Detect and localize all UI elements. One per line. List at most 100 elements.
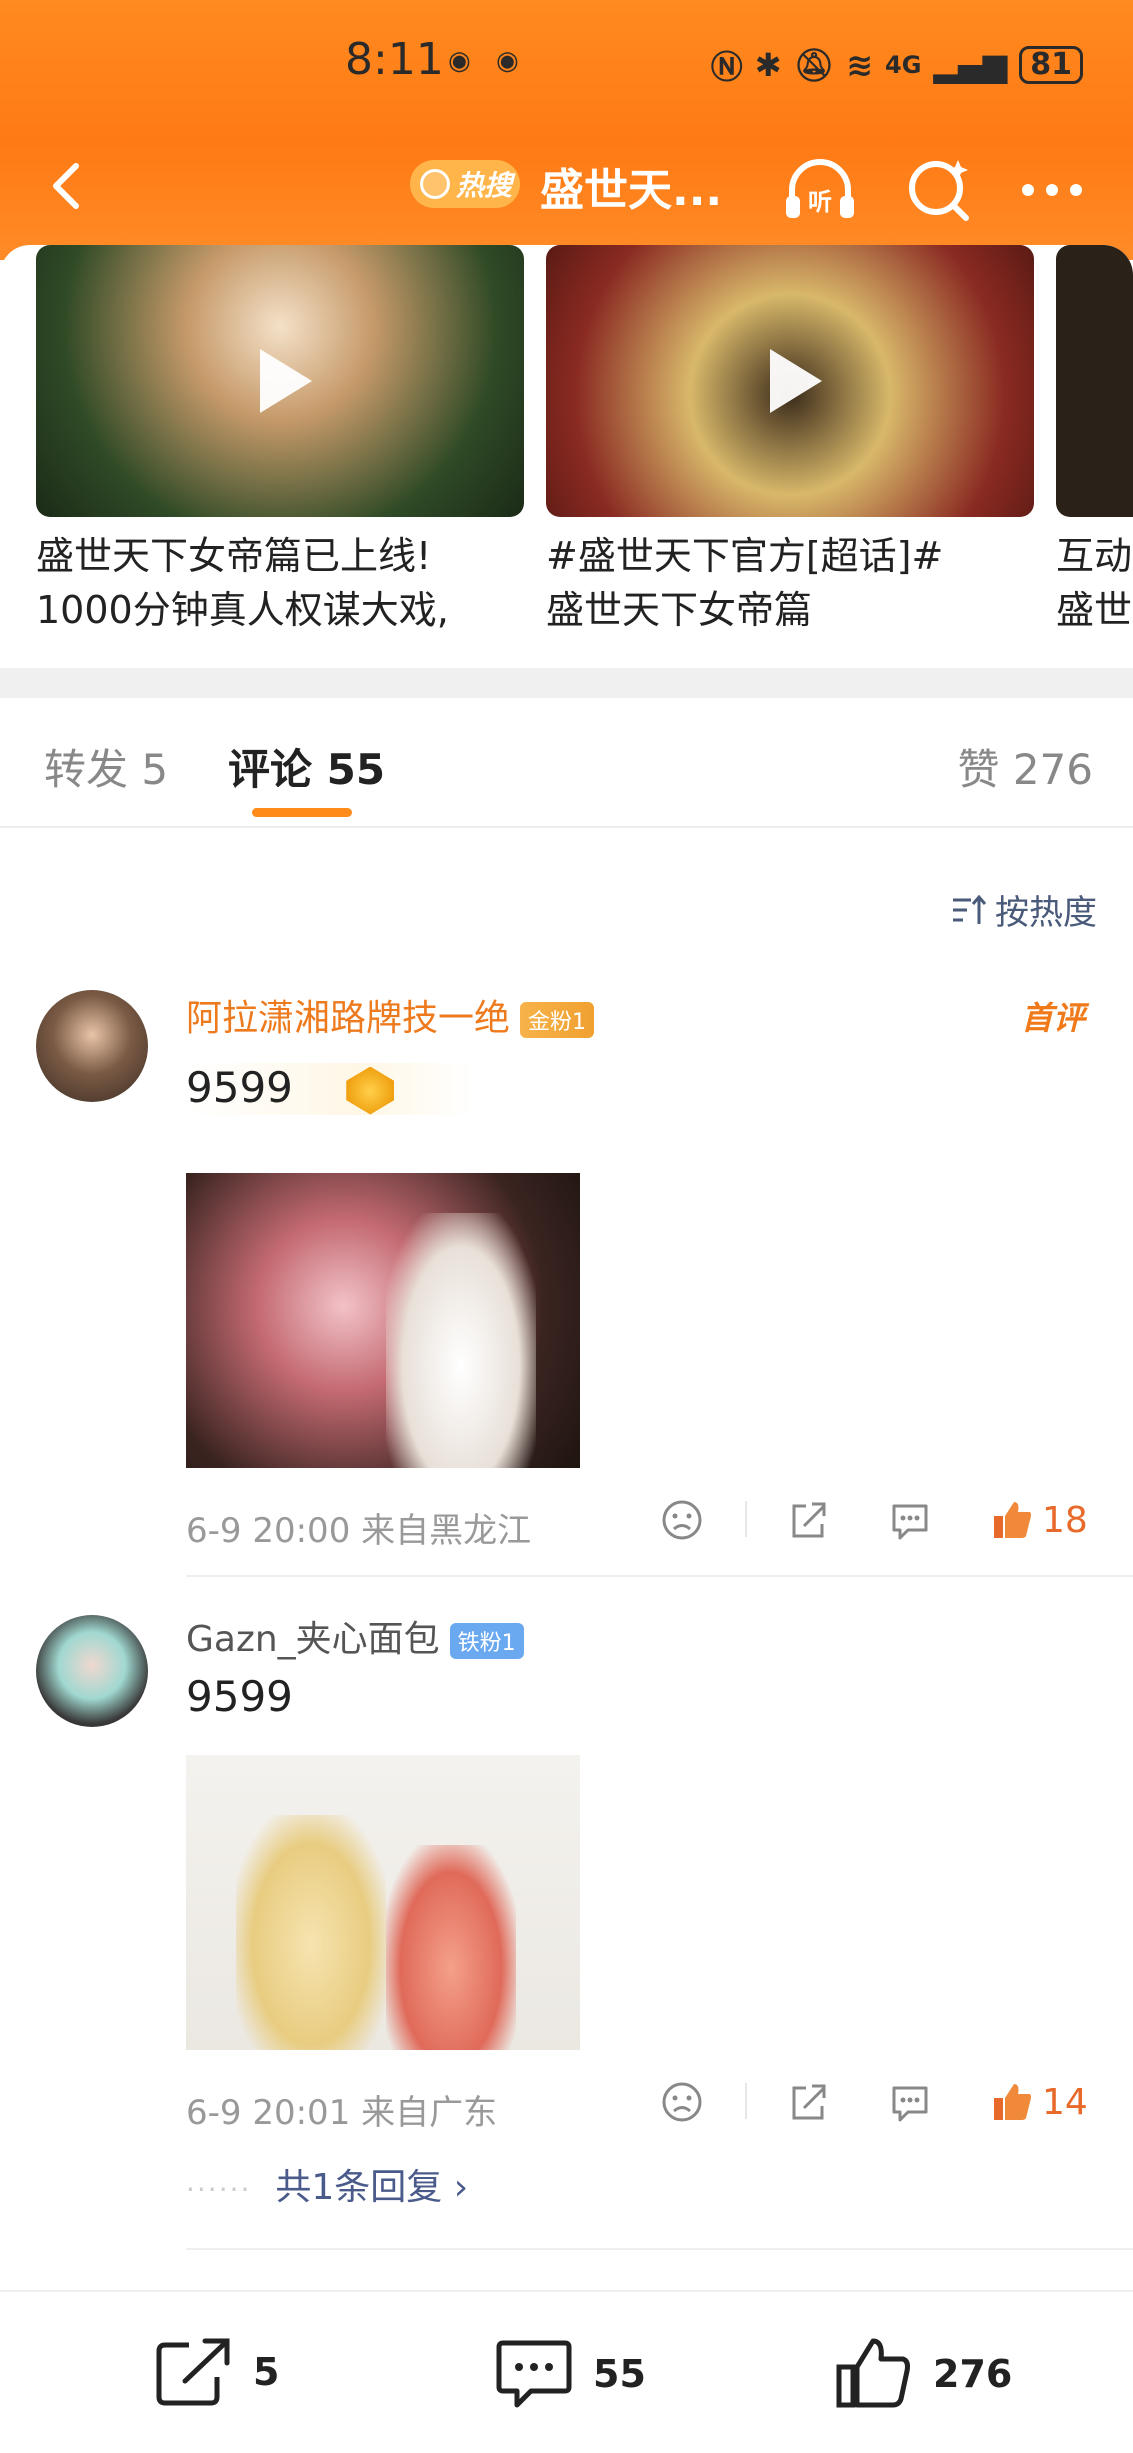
search-icon[interactable]: [900, 150, 980, 230]
tab-bar: 转发 5 评论 55 赞 276: [0, 698, 1133, 828]
bottom-action-bar: 5 55 276: [0, 2290, 1133, 2453]
wifi-icon: ≋: [846, 46, 874, 84]
nav-bar: 热搜 盛世天... 听: [0, 140, 1133, 230]
sort-button[interactable]: 按热度: [951, 885, 1097, 934]
comment-actions: 18: [660, 1495, 1100, 1555]
more-icon[interactable]: [1012, 150, 1092, 230]
reply-dots: ······: [186, 2173, 252, 2206]
thumbs-up-icon: [994, 2084, 1031, 2120]
active-tab-indicator: [252, 808, 352, 817]
dislike-icon[interactable]: [660, 1495, 704, 1545]
video-carousel: 盛世天下女帝篇已上线! 1000分钟真人权谋大戏, #盛世天下官方[超话]# 盛…: [0, 245, 1133, 660]
video-card[interactable]: #盛世天下官方[超话]# 盛世天下女帝篇: [546, 245, 1034, 637]
username-text: Gazn_夹心面包: [186, 1619, 440, 1660]
notification-icon: ◉: [496, 46, 519, 76]
page-title: 盛世天...: [540, 165, 723, 216]
comment-text-value: 9599: [186, 1063, 293, 1112]
status-bar: 8:11 ◉ ◉ Ⓝ ✱ 🔕︎ ≋ 4G ▂▄▆ 81: [0, 30, 1133, 90]
action-divider: [745, 1501, 747, 1537]
video-thumbnail[interactable]: [1056, 245, 1133, 517]
video-caption-line2: 盛世: [1056, 588, 1133, 632]
comment-image[interactable]: [186, 1755, 580, 2050]
video-caption-line2: 1000分钟真人权谋大戏,: [36, 588, 449, 632]
notification-icon: ◉: [448, 46, 471, 76]
repost-button[interactable]: 5: [155, 2337, 279, 2407]
hot-badge-label: 热搜: [456, 169, 513, 202]
status-time: 8:11: [345, 34, 444, 85]
avatar[interactable]: [36, 1615, 148, 1727]
section-divider: [0, 668, 1133, 698]
sort-label: 按热度: [995, 893, 1097, 933]
like-button[interactable]: 18: [990, 1495, 1088, 1545]
comment-text: 9599: [186, 1672, 293, 1721]
status-icons: Ⓝ ✱ 🔕︎ ≋ 4G ▂▄▆ 81: [711, 42, 1083, 88]
hot-icon: [420, 169, 450, 199]
comment-username[interactable]: Gazn_夹心面包 铁粉1: [186, 1610, 524, 1662]
sort-icon: [953, 894, 987, 924]
nfc-icon: Ⓝ: [710, 48, 743, 86]
like-count: 18: [1042, 1499, 1088, 1541]
video-caption-line1: 互动: [1056, 534, 1133, 578]
video-caption-line1: 盛世天下女帝篇已上线!: [36, 534, 432, 578]
header: 8:11 ◉ ◉ Ⓝ ✱ 🔕︎ ≋ 4G ▂▄▆ 81 热搜 盛世天... 听: [0, 0, 1133, 260]
signal-icon: ▂▄▆: [933, 46, 1008, 84]
comment-icon: [496, 2340, 572, 2408]
avatar[interactable]: [36, 990, 148, 1102]
video-caption-line1: #盛世天下官方[超话]#: [546, 534, 944, 578]
thumbs-up-icon: [994, 1502, 1031, 1538]
share-icon[interactable]: [786, 1495, 830, 1545]
reply-icon[interactable]: [888, 1495, 932, 1545]
video-thumbnail[interactable]: [546, 245, 1034, 517]
view-replies-link[interactable]: ······ 共1条回复 ›: [186, 2158, 468, 2210]
first-comment-tag: 首评: [1020, 999, 1085, 1037]
play-icon: [260, 349, 312, 413]
comment-username[interactable]: 阿拉潇湘路牌技一绝 金粉1: [186, 989, 595, 1041]
comment-meta: 6-9 20:00 来自黑龙江: [186, 1511, 532, 1551]
tab-likes[interactable]: 赞 276: [957, 736, 1093, 797]
hot-search-badge[interactable]: 热搜: [410, 160, 520, 208]
bluetooth-icon: ✱: [754, 46, 782, 84]
share-icon[interactable]: [786, 2077, 830, 2127]
figure-silhouette: [386, 1845, 516, 2050]
comment-divider: [186, 2248, 1133, 2250]
dislike-icon[interactable]: [660, 2077, 704, 2127]
comment-actions: 14: [660, 2077, 1100, 2137]
comment-count: 55: [593, 2352, 646, 2396]
video-thumbnail[interactable]: [36, 245, 524, 517]
like-button[interactable]: 14: [990, 2077, 1088, 2127]
repost-count: 5: [253, 2350, 280, 2394]
fan-badge: 金粉1: [520, 1002, 595, 1038]
play-icon: [770, 349, 822, 413]
comment-button[interactable]: 55: [495, 2337, 646, 2411]
fan-badge: 铁粉1: [449, 1623, 524, 1659]
tab-reposts[interactable]: 转发 5: [44, 736, 168, 797]
like-count: 276: [933, 2352, 1013, 2396]
like-count: 14: [1042, 2081, 1088, 2123]
battery-indicator: 81: [1019, 46, 1083, 84]
network-type: 4G: [885, 51, 922, 79]
like-button[interactable]: 276: [835, 2337, 1012, 2411]
reply-icon[interactable]: [888, 2077, 932, 2127]
comment-item: Gazn_夹心面包 铁粉1 9599 6-9 20:01 来自广东 14 ···…: [0, 1610, 1133, 2250]
repost-icon: [156, 2338, 230, 2406]
figure-silhouette: [236, 1815, 386, 2050]
action-divider: [745, 2083, 747, 2119]
video-card[interactable]: 互动 盛世: [1056, 245, 1133, 637]
replies-label: 共1条回复 ›: [275, 2167, 469, 2208]
comment-meta: 6-9 20:01 来自广东: [186, 2093, 498, 2133]
video-card[interactable]: 盛世天下女帝篇已上线! 1000分钟真人权谋大戏,: [36, 245, 524, 637]
medal-icon: [346, 1066, 395, 1115]
video-caption-line2: 盛世天下女帝篇: [546, 588, 813, 632]
back-icon[interactable]: [40, 158, 96, 214]
comment-image[interactable]: [186, 1173, 580, 1468]
comment-divider: [186, 1575, 1133, 1577]
tab-comments[interactable]: 评论 55: [228, 736, 385, 797]
svg-text:听: 听: [808, 188, 832, 216]
comment-item: 阿拉潇湘路牌技一绝 金粉1 首评 9599 6-9 20:00 来自黑龙江 18: [0, 985, 1133, 1577]
figure-silhouette: [386, 1213, 536, 1468]
username-text: 阿拉潇湘路牌技一绝: [186, 998, 511, 1039]
mute-icon: 🔕︎: [793, 46, 835, 84]
thumbs-up-icon: [836, 2338, 910, 2408]
comment-text: 9599: [186, 1063, 475, 1115]
listen-icon[interactable]: 听: [780, 150, 860, 230]
